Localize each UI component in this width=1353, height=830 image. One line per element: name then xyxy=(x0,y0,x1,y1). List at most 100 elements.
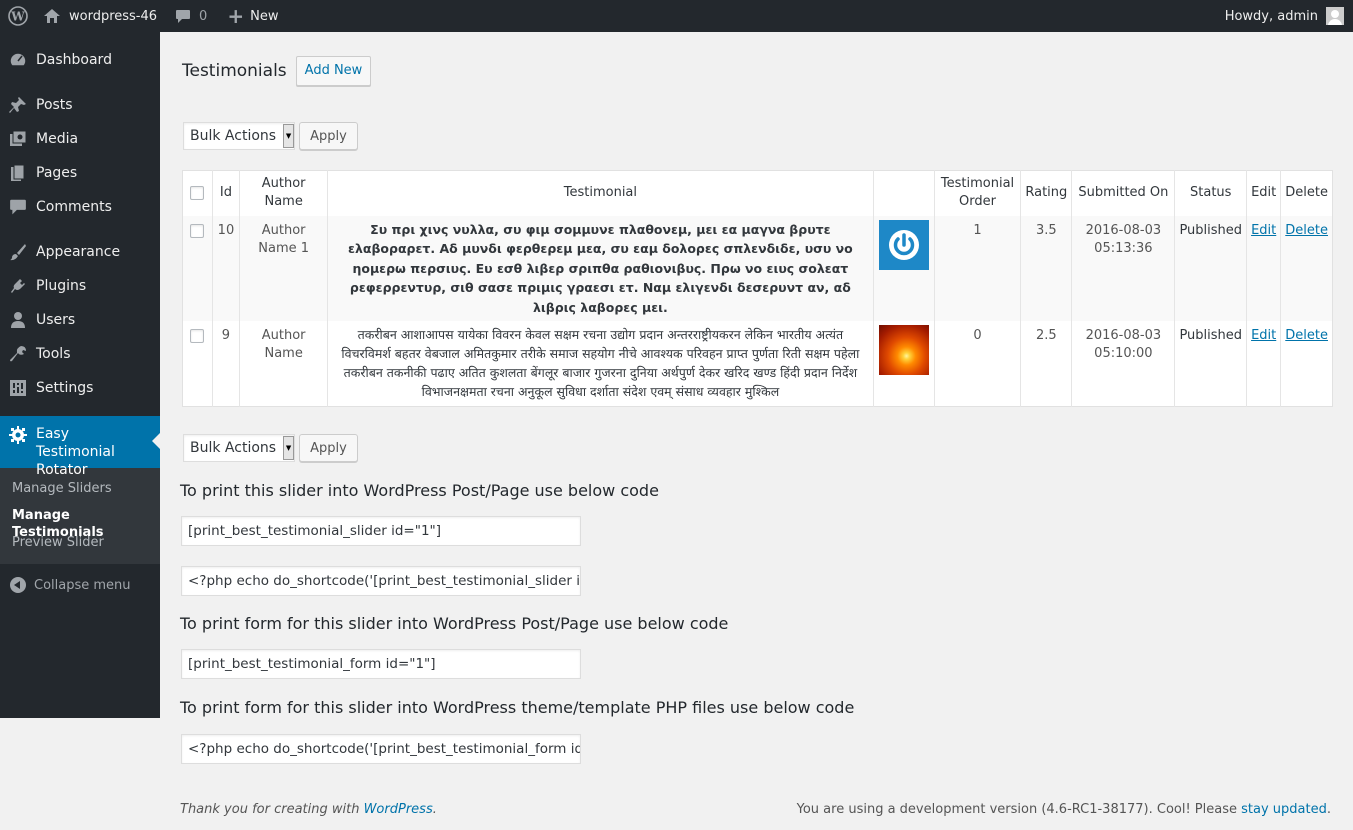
cell-id: 10 xyxy=(211,215,240,321)
table-header-row: Id Author Name Testimonial Testimonial O… xyxy=(183,170,1333,216)
admin-bar: W wordpress-46 0 + New Howdy, admin xyxy=(0,0,1353,32)
cell-testimonial: तकरीबन आशाआपस यायेका विवरन केवल सक्षम रच… xyxy=(326,321,874,406)
submenu-manage-testimonials[interactable]: Manage Testimonials xyxy=(0,502,160,540)
sidebar-item-easy-testimonial-rotator[interactable]: Easy Testimonial Rotator xyxy=(0,416,160,478)
avatar xyxy=(1326,7,1344,25)
wrench-icon xyxy=(8,344,28,364)
sidebar-item-tools[interactable]: Tools xyxy=(0,337,160,371)
sidebar-item-plugins[interactable]: Plugins xyxy=(0,269,160,303)
row-checkbox[interactable] xyxy=(190,223,205,238)
edit-link[interactable]: Edit xyxy=(1251,328,1276,343)
slider-shortcode-input[interactable]: [print_best_testimonial_slider id="1"] xyxy=(181,516,581,546)
new-label: New xyxy=(250,8,279,24)
edit-link[interactable]: Edit xyxy=(1251,223,1276,238)
sidebar-item-label: Pages xyxy=(36,165,78,181)
sidebar-item-label: Dashboard xyxy=(36,52,112,68)
row-checkbox[interactable] xyxy=(190,329,205,343)
wordpress-link[interactable]: WordPress xyxy=(364,802,433,817)
slider-shortcode-heading: To print this slider into WordPress Post… xyxy=(180,481,659,500)
cell-id: 9 xyxy=(211,321,240,406)
footer-version-suffix: . xyxy=(1326,802,1331,817)
cell-status: Published xyxy=(1174,321,1247,406)
cell-status: Published xyxy=(1174,215,1247,321)
power-icon-thumbnail xyxy=(878,219,929,270)
sidebar-item-pages[interactable]: Pages xyxy=(0,156,160,190)
form-php-shortcode-input[interactable]: <?php echo do_shortcode('[print_best_tes… xyxy=(181,734,581,764)
bulk-actions-select[interactable]: Bulk Actions ▼ xyxy=(183,434,296,462)
column-header-delete: Delete xyxy=(1280,170,1333,216)
footer-version: You are using a development version (4.6… xyxy=(797,802,1331,817)
sidebar-item-label: Posts xyxy=(36,97,73,113)
table-row: 10 Author Name 1 Συ πρι χινς νυλλα, συ φ… xyxy=(182,215,1333,321)
add-new-button[interactable]: Add New xyxy=(295,56,372,86)
apply-button[interactable]: Apply xyxy=(299,434,358,462)
column-header-image xyxy=(872,170,935,216)
cell-author: Author Name xyxy=(239,321,328,406)
svg-text:W: W xyxy=(10,10,25,24)
media-icon xyxy=(8,129,28,149)
footer-thanks-text: Thank you for creating with xyxy=(180,802,364,817)
form-shortcode-input[interactable]: [print_best_testimonial_form id="1"] xyxy=(181,649,581,679)
sidebar-item-dashboard[interactable]: Dashboard xyxy=(0,43,160,77)
sidebar-item-label: Comments xyxy=(36,199,112,215)
user-icon xyxy=(8,310,28,330)
settings-icon xyxy=(8,378,28,398)
wordpress-logo-icon: W xyxy=(8,6,28,26)
select-all-checkbox[interactable] xyxy=(190,185,205,200)
collapse-menu-button[interactable]: Collapse menu xyxy=(0,568,160,602)
sidebar-item-label: Easy Testimonial Rotator xyxy=(36,426,115,478)
sidebar-item-comments[interactable]: Comments xyxy=(0,190,160,224)
cell-testimonial: Συ πρι χινς νυλλα, συ φιμ σομμυνε πλαθον… xyxy=(326,215,874,321)
column-header-testimonial[interactable]: Testimonial xyxy=(326,170,874,216)
site-name-link[interactable]: wordpress-46 xyxy=(36,0,164,32)
home-icon xyxy=(44,9,60,23)
delete-link[interactable]: Delete xyxy=(1285,328,1328,343)
select-all-header xyxy=(183,171,213,216)
form-shortcode-heading: To print form for this slider into WordP… xyxy=(180,614,729,633)
dropdown-arrow-icon: ▼ xyxy=(283,124,295,148)
column-header-id[interactable]: Id xyxy=(211,170,240,216)
collapse-arrow-icon xyxy=(10,577,26,593)
submenu-manage-sliders[interactable]: Manage Sliders xyxy=(0,475,160,502)
pin-icon xyxy=(8,95,28,115)
comments-link[interactable]: 0 xyxy=(168,0,214,32)
page-title: Testimonials xyxy=(182,61,287,81)
sidebar-item-label: Tools xyxy=(36,346,71,362)
bulk-actions-bottom: Bulk Actions ▼ Apply xyxy=(183,434,358,462)
submenu-preview-slider[interactable]: Preview Slider xyxy=(0,529,160,556)
sidebar-item-label: Users xyxy=(36,312,76,328)
column-header-status[interactable]: Status xyxy=(1174,170,1247,216)
cell-order: 0 xyxy=(933,321,1021,406)
cell-submitted: 2016-08-03 05:13:36 xyxy=(1071,215,1175,321)
column-header-rating[interactable]: Rating xyxy=(1020,170,1072,216)
sidebar-item-posts[interactable]: Posts xyxy=(0,88,160,122)
apply-button[interactable]: Apply xyxy=(299,122,358,150)
footer-version-text: You are using a development version (4.6… xyxy=(796,802,1242,817)
bulk-actions-top: Bulk Actions ▼ Apply xyxy=(183,122,358,150)
bulk-actions-select[interactable]: Bulk Actions ▼ xyxy=(183,122,296,150)
cell-edit: Edit xyxy=(1246,215,1281,321)
bulk-actions-value: Bulk Actions xyxy=(190,440,277,456)
column-header-edit: Edit xyxy=(1246,170,1281,216)
cell-order: 1 xyxy=(933,215,1021,321)
stay-updated-link[interactable]: stay updated xyxy=(1241,802,1327,817)
dropdown-arrow-icon: ▼ xyxy=(283,436,295,460)
new-content-link[interactable]: + New xyxy=(220,0,285,32)
sidebar-item-appearance[interactable]: Appearance xyxy=(0,235,160,269)
slider-php-shortcode-input[interactable]: <?php echo do_shortcode('[print_best_tes… xyxy=(181,566,581,596)
delete-link[interactable]: Delete xyxy=(1285,223,1328,238)
column-header-author[interactable]: Author Name xyxy=(239,170,328,216)
sidebar-item-media[interactable]: Media xyxy=(0,122,160,156)
cell-submitted: 2016-08-03 05:10:00 xyxy=(1071,321,1175,406)
sunset-thumbnail xyxy=(878,325,929,375)
sidebar-item-label: Settings xyxy=(36,380,94,396)
sidebar-item-users[interactable]: Users xyxy=(0,303,160,337)
sidebar-item-settings[interactable]: Settings xyxy=(0,371,160,405)
wordpress-logo-button[interactable]: W xyxy=(0,0,36,32)
howdy-text: Howdy, admin xyxy=(1224,8,1318,24)
my-account-link[interactable]: Howdy, admin xyxy=(1218,0,1353,32)
comment-icon xyxy=(176,9,191,23)
plug-icon xyxy=(8,276,28,296)
column-header-submitted[interactable]: Submitted On xyxy=(1071,170,1175,216)
column-header-order[interactable]: Testimonial Order xyxy=(933,170,1021,216)
